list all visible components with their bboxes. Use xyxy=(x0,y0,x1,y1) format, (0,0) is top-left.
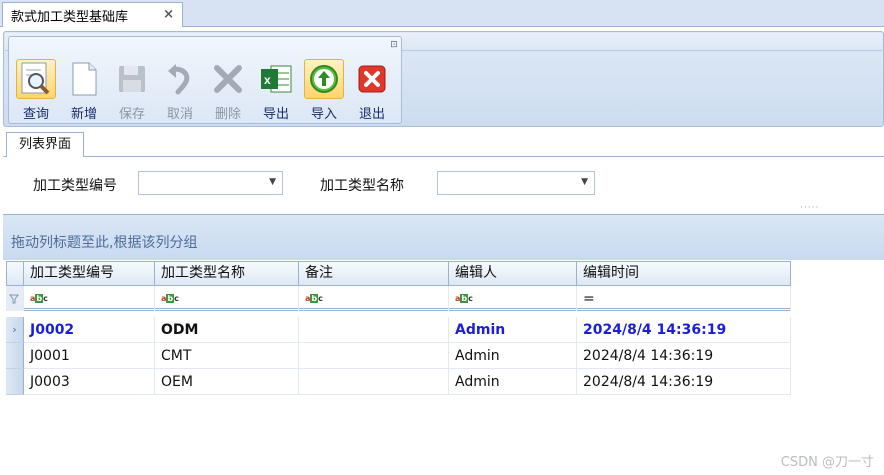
filter-cell-remark[interactable]: abc xyxy=(299,286,449,311)
splitter-grip[interactable]: ····· xyxy=(800,203,819,213)
code-filter-label: 加工类型编号 xyxy=(33,178,117,194)
table-row[interactable]: › J0002 ODM Admin 2024/8/4 14:36:19 xyxy=(6,317,791,343)
new-document-icon xyxy=(64,59,104,99)
column-header-edit-time[interactable]: 编辑时间 xyxy=(577,261,791,286)
cancel-button[interactable]: 取消 xyxy=(156,59,204,123)
chevron-down-icon[interactable]: ▼ xyxy=(269,177,276,187)
floppy-disk-icon xyxy=(112,59,152,99)
header-corner xyxy=(6,261,24,286)
cell-remark[interactable] xyxy=(299,343,449,369)
exit-button-label: 退出 xyxy=(358,107,385,122)
data-grid: 拖动列标题至此,根据该列分组 加工类型编号 加工类型名称 备注 编辑人 编辑时间… xyxy=(3,214,884,475)
row-indicator xyxy=(6,369,24,395)
abc-text-filter-icon[interactable]: abc xyxy=(30,293,48,304)
cell-edit-time[interactable]: 2024/8/4 14:36:19 xyxy=(577,317,791,343)
grid-body: 加工类型编号 加工类型名称 备注 编辑人 编辑时间 abc abc abc ab… xyxy=(6,261,884,475)
column-header-row: 加工类型编号 加工类型名称 备注 编辑人 编辑时间 xyxy=(6,261,791,286)
cell-code[interactable]: J0002 xyxy=(24,317,155,343)
column-header-code[interactable]: 加工类型编号 xyxy=(24,261,155,286)
import-arrow-icon xyxy=(304,59,344,99)
add-button-label: 新增 xyxy=(70,107,97,122)
cell-code[interactable]: J0001 xyxy=(24,343,155,369)
excel-export-icon: x xyxy=(256,59,296,99)
row-indicator xyxy=(6,343,24,369)
cell-name[interactable]: CMT xyxy=(155,343,299,369)
abc-text-filter-icon[interactable]: abc xyxy=(455,293,473,304)
chevron-down-icon[interactable]: ▼ xyxy=(581,177,588,187)
abc-text-filter-icon[interactable]: abc xyxy=(305,293,323,304)
document-tab-title: 款式加工类型基础库 xyxy=(11,9,129,25)
cell-remark[interactable] xyxy=(299,317,449,343)
filter-cell-edit-time[interactable]: = xyxy=(577,286,791,311)
svg-text:x: x xyxy=(264,73,271,87)
ribbon-group: ⊡ 查询 新增 保存 取消 删除 x 导出 导入 退出 xyxy=(8,36,402,124)
add-button[interactable]: 新增 xyxy=(60,59,108,123)
search-document-icon xyxy=(16,59,56,99)
cell-remark[interactable] xyxy=(299,369,449,395)
undo-arrow-icon xyxy=(160,59,200,99)
document-tab[interactable]: 款式加工类型基础库 × xyxy=(2,2,183,27)
query-button-label: 查询 xyxy=(22,107,49,122)
group-panel-hint: 拖动列标题至此,根据该列分组 xyxy=(11,235,198,251)
save-button-label: 保存 xyxy=(118,107,145,122)
table-row[interactable]: J0001 CMT Admin 2024/8/4 14:36:19 xyxy=(6,343,791,369)
export-button[interactable]: x 导出 xyxy=(252,59,300,123)
cell-editor[interactable]: Admin xyxy=(449,369,577,395)
list-tabbar: 列表界面 xyxy=(3,130,884,157)
cancel-button-label: 取消 xyxy=(166,107,193,122)
import-button[interactable]: 导入 xyxy=(300,59,348,123)
table-row[interactable]: J0003 OEM Admin 2024/8/4 14:36:19 xyxy=(6,369,791,395)
document-tabstrip: 款式加工类型基础库 × xyxy=(0,0,884,27)
delete-button-label: 删除 xyxy=(214,107,241,122)
name-filter-label: 加工类型名称 xyxy=(320,178,404,194)
abc-text-filter-icon[interactable]: abc xyxy=(161,293,179,304)
filter-cell-name[interactable]: abc xyxy=(155,286,299,311)
tab-list-view[interactable]: 列表界面 xyxy=(6,132,84,157)
import-button-label: 导入 xyxy=(310,107,337,122)
group-by-panel[interactable]: 拖动列标题至此,根据该列分组 xyxy=(3,215,884,260)
filter-cell-editor[interactable]: abc xyxy=(449,286,577,311)
exit-button[interactable]: 退出 xyxy=(348,59,396,123)
export-button-label: 导出 xyxy=(262,107,289,122)
delete-button[interactable]: 删除 xyxy=(204,59,252,123)
column-header-name[interactable]: 加工类型名称 xyxy=(155,261,299,286)
code-filter-combo[interactable]: ▼ xyxy=(138,171,283,195)
name-filter-combo[interactable]: ▼ xyxy=(437,171,595,195)
cell-name[interactable]: ODM xyxy=(155,317,299,343)
cell-edit-time[interactable]: 2024/8/4 14:36:19 xyxy=(577,369,791,395)
cell-editor[interactable]: Admin xyxy=(449,317,577,343)
close-icon[interactable]: × xyxy=(163,7,174,22)
ribbon: ⊡ 查询 新增 保存 取消 删除 x 导出 导入 退出 xyxy=(3,31,884,127)
auto-filter-row: abc abc abc abc = xyxy=(6,286,791,311)
equals-operator[interactable]: = xyxy=(583,291,595,307)
cell-editor[interactable]: Admin xyxy=(449,343,577,369)
filter-cell-code[interactable]: abc xyxy=(24,286,155,311)
ribbon-launcher-icon[interactable]: ⊡ xyxy=(388,39,400,51)
exit-red-x-icon xyxy=(352,59,392,99)
row-indicator-arrow-icon: › xyxy=(6,317,24,343)
query-button[interactable]: 查询 xyxy=(12,59,60,123)
cell-edit-time[interactable]: 2024/8/4 14:36:19 xyxy=(577,343,791,369)
delete-x-icon xyxy=(208,59,248,99)
filter-funnel-icon xyxy=(6,286,24,311)
watermark-text: CSDN @刀一寸 xyxy=(780,455,874,470)
cell-name[interactable]: OEM xyxy=(155,369,299,395)
column-header-editor[interactable]: 编辑人 xyxy=(449,261,577,286)
cell-code[interactable]: J0003 xyxy=(24,369,155,395)
save-button[interactable]: 保存 xyxy=(108,59,156,123)
column-header-remark[interactable]: 备注 xyxy=(299,261,449,286)
